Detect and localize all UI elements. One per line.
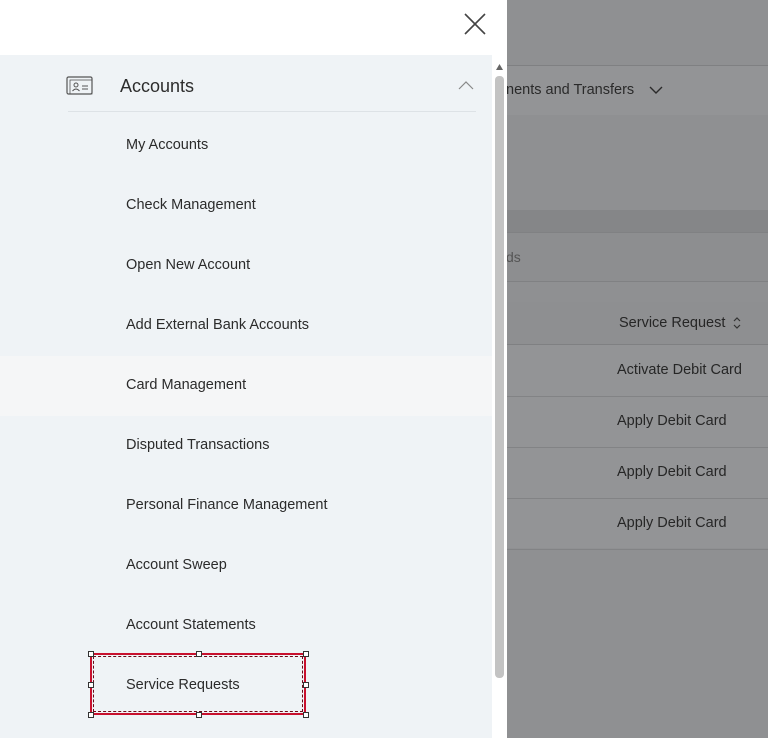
column-header-service-request: Service Request: [619, 315, 726, 331]
scroll-up-arrow-icon[interactable]: [495, 63, 504, 71]
menu-item-personal-finance-management[interactable]: Personal Finance Management: [0, 476, 492, 536]
menu-item-label: Card Management: [126, 377, 247, 393]
resize-handle: [196, 712, 202, 718]
navigation-drawer: Accounts My Accounts Check Management Op…: [0, 0, 507, 738]
menu-item-my-accounts[interactable]: My Accounts: [0, 116, 492, 176]
menu-item-open-new-account[interactable]: Open New Account: [0, 236, 492, 296]
resize-handle: [303, 651, 309, 657]
menu-item-label: Add External Bank Accounts: [126, 317, 309, 333]
chevron-up-icon[interactable]: [458, 80, 474, 90]
menu-item-label: Account Sweep: [126, 557, 227, 573]
menu-item-label: Open New Account: [126, 257, 251, 273]
table-cell: Activate Debit Card: [617, 362, 742, 378]
resize-handle: [303, 712, 309, 718]
menu-item-label: Check Management: [126, 197, 256, 213]
drawer-header: [0, 0, 507, 55]
selection-highlight: [90, 653, 306, 715]
table-cell: Apply Debit Card: [617, 413, 727, 429]
resize-handle: [88, 651, 94, 657]
menu-item-account-statements[interactable]: Account Statements: [0, 596, 492, 656]
id-card-icon: [66, 76, 93, 95]
menu-item-add-external-bank-accounts[interactable]: Add External Bank Accounts: [0, 296, 492, 356]
table-cell: Apply Debit Card: [617, 464, 727, 480]
menu-item-card-management[interactable]: Card Management: [0, 356, 492, 416]
resize-handle: [303, 682, 309, 688]
menu-item-account-sweep[interactable]: Account Sweep: [0, 536, 492, 596]
accounts-section-header[interactable]: Accounts: [0, 55, 492, 111]
background-search-text: ds: [506, 249, 521, 265]
menu-item-label: Personal Finance Management: [126, 497, 328, 513]
menu-item-label: Disputed Transactions: [126, 437, 270, 453]
sort-icon: [733, 317, 741, 329]
menu-item-disputed-transactions[interactable]: Disputed Transactions: [0, 416, 492, 476]
background-nav-label: nents and Transfers: [506, 82, 635, 98]
menu-item-check-management[interactable]: Check Management: [0, 176, 492, 236]
accounts-section-label: Accounts: [120, 76, 195, 96]
resize-handle: [196, 651, 202, 657]
resize-handle: [88, 682, 94, 688]
accounts-menu: Accounts My Accounts Check Management Op…: [0, 55, 492, 738]
section-divider: [68, 111, 476, 112]
chevron-down-icon: [649, 86, 663, 94]
menu-item-label: Account Statements: [126, 617, 256, 633]
menu-item-label: My Accounts: [126, 137, 209, 153]
scrollbar-thumb[interactable]: [495, 76, 504, 678]
table-cell: Apply Debit Card: [617, 515, 727, 531]
close-icon[interactable]: [462, 11, 488, 37]
resize-handle: [88, 712, 94, 718]
